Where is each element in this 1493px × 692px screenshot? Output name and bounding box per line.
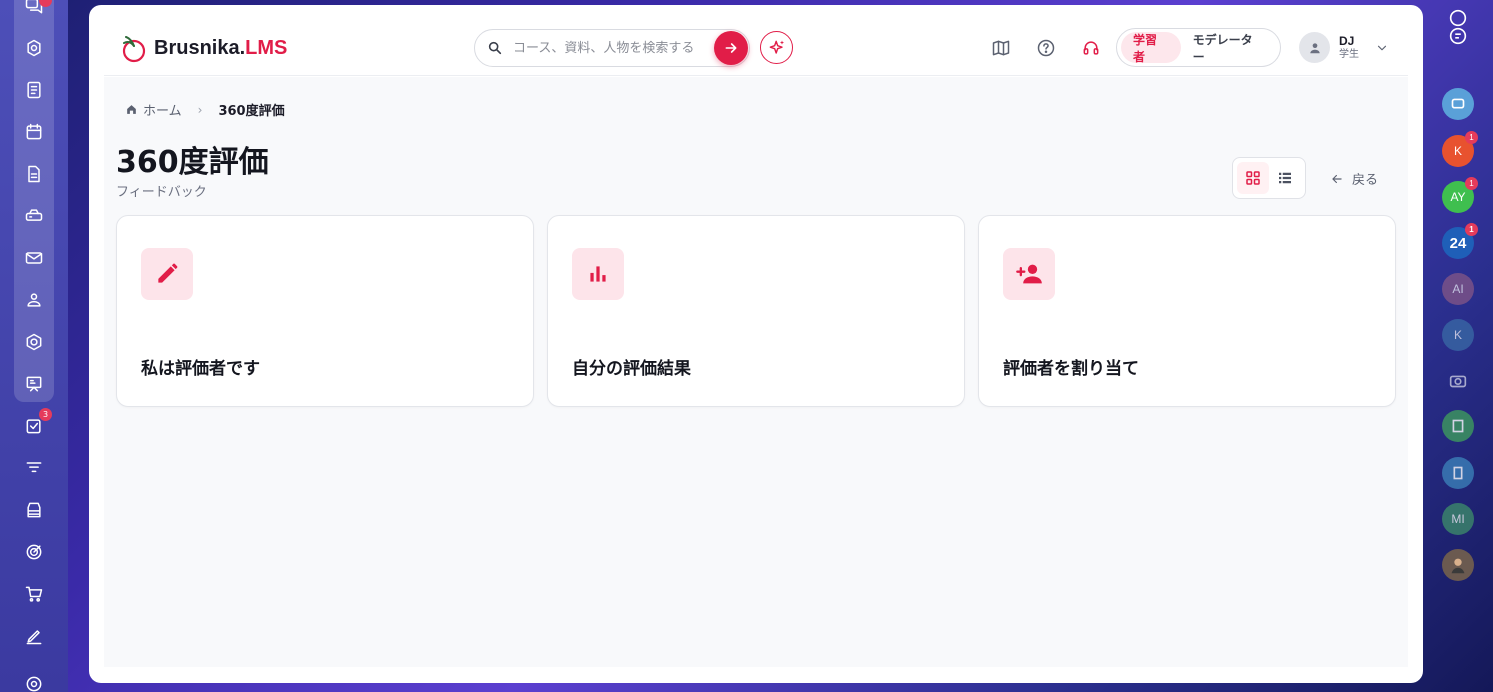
archive-box-icon[interactable] xyxy=(20,496,48,524)
brand-logo[interactable]: Brusnika.LMS xyxy=(116,31,287,65)
contact-avatar-photo[interactable] xyxy=(1442,549,1474,581)
user-menu[interactable]: DJ 学生 xyxy=(1299,32,1389,63)
grid-view-button[interactable] xyxy=(1237,162,1269,194)
ai-assistant-button[interactable] xyxy=(760,31,793,64)
bar-chart-icon xyxy=(590,266,606,282)
breadcrumb-home-label: ホーム xyxy=(143,104,182,119)
role-moderator-button[interactable]: モデレーター xyxy=(1181,32,1276,64)
breadcrumb-home[interactable]: ホーム xyxy=(125,100,182,119)
help-icon[interactable] xyxy=(1035,37,1057,59)
page-title: 360度評価 xyxy=(116,145,269,180)
presentation-board-icon[interactable] xyxy=(20,370,48,398)
shopping-cart-icon[interactable] xyxy=(20,580,48,608)
page-content: ホーム › 360度評価 360度評価 フィードバック 戻る 私は評価者です 自… xyxy=(104,77,1408,667)
card-assign-reviewers[interactable]: 評価者を割り当て xyxy=(978,215,1396,407)
task-checkbox-icon[interactable]: 3 xyxy=(20,408,52,440)
arrow-right-icon xyxy=(725,43,737,53)
home-icon xyxy=(127,105,136,114)
back-button[interactable]: 戻る xyxy=(1330,169,1378,188)
hexagon-icon[interactable] xyxy=(20,328,48,356)
breadcrumb-separator: › xyxy=(197,102,203,117)
settings-icon[interactable] xyxy=(20,670,48,692)
brand-name: Brusnika.LMS xyxy=(154,36,288,59)
user-name: DJ xyxy=(1339,33,1355,48)
document-icon[interactable] xyxy=(20,160,48,188)
notebook-icon[interactable] xyxy=(20,76,48,104)
card-title: 私は評価者です xyxy=(141,359,260,379)
user-silhouette-icon xyxy=(1309,42,1320,53)
target-icon[interactable] xyxy=(20,538,48,566)
contact-avatar-k2[interactable]: K xyxy=(1442,319,1474,351)
card-title: 自分の評価結果 xyxy=(572,359,691,379)
back-label: 戻る xyxy=(1352,173,1379,188)
group-users-icon[interactable] xyxy=(20,286,48,314)
sparkles-icon xyxy=(769,40,784,54)
arrow-left-icon xyxy=(1332,174,1342,183)
add-person-icon xyxy=(1016,264,1042,284)
avatar xyxy=(1299,32,1330,63)
card-icon-container xyxy=(1003,248,1055,300)
unread-badge: 1 xyxy=(1465,177,1478,190)
contact-avatar-mi[interactable]: MI xyxy=(1442,503,1474,535)
user-meta: DJ 学生 xyxy=(1339,33,1359,60)
messages-app-icon[interactable] xyxy=(1442,88,1474,120)
right-apps-rail: K 1 AY 1 24 1 AI K MI xyxy=(1430,0,1493,692)
search-box[interactable] xyxy=(474,29,750,67)
card-icon-container xyxy=(141,248,193,300)
berry-logo-icon xyxy=(122,36,146,63)
role-switcher: 学習者 モデレーター xyxy=(1116,28,1281,67)
calendar-icon[interactable] xyxy=(20,118,48,146)
sheet-app-icon[interactable] xyxy=(1442,410,1474,442)
card-reader-icon[interactable] xyxy=(20,202,48,230)
pen-edit-icon[interactable] xyxy=(20,622,48,650)
list-view-button[interactable] xyxy=(1269,162,1301,194)
list-icon xyxy=(1279,172,1291,184)
support-headset-icon[interactable] xyxy=(1080,37,1102,59)
task-count-badge: 3 xyxy=(39,408,52,421)
contact-avatar-24[interactable]: 24 1 xyxy=(1442,223,1478,259)
gear-cog-icon[interactable] xyxy=(20,34,48,62)
page-subtitle: フィードバック xyxy=(116,185,207,200)
card-title: 評価者を割り当て xyxy=(1003,359,1139,379)
card-i-am-reviewer[interactable]: 私は評価者です xyxy=(116,215,534,407)
user-role: 学生 xyxy=(1339,48,1359,60)
unread-badge: 1 xyxy=(1465,131,1478,144)
main-window: Brusnika.LMS コース、資料、人物を検索する 学習者 モデレーター D… xyxy=(89,5,1423,683)
search-icon xyxy=(488,41,502,55)
camera-app-icon[interactable] xyxy=(1442,365,1474,397)
feature-cards: 私は評価者です 自分の評価結果 評価者を割り当て xyxy=(116,215,1396,407)
pencil-icon xyxy=(158,263,178,283)
contact-avatar-ay[interactable]: AY 1 xyxy=(1442,177,1478,213)
chat-bubbles-icon[interactable] xyxy=(20,0,52,20)
breadcrumb-current: 360度評価 xyxy=(218,104,285,119)
card-my-results[interactable]: 自分の評価結果 xyxy=(547,215,965,407)
chevron-down-icon xyxy=(1377,45,1387,50)
breadcrumb: ホーム › 360度評価 xyxy=(125,100,285,119)
mail-icon[interactable] xyxy=(20,244,48,272)
funnel-icon[interactable] xyxy=(20,454,48,482)
chat-ai-icon[interactable] xyxy=(1442,20,1474,52)
map-icon[interactable] xyxy=(990,37,1012,59)
contact-avatar-ai[interactable]: AI xyxy=(1442,273,1474,305)
search-submit-button[interactable] xyxy=(714,31,748,65)
role-learner-button[interactable]: 学習者 xyxy=(1121,32,1181,64)
book-app-icon[interactable] xyxy=(1442,457,1474,489)
unread-badge: 1 xyxy=(1465,223,1478,236)
left-navigation-rail: 3 xyxy=(0,0,68,692)
search-input[interactable] xyxy=(513,38,705,58)
view-mode-toggle xyxy=(1232,157,1306,199)
grid-icon xyxy=(1246,171,1260,185)
contact-avatar-k[interactable]: K 1 xyxy=(1442,131,1478,167)
card-icon-container xyxy=(572,248,624,300)
top-header: Brusnika.LMS コース、資料、人物を検索する 学習者 モデレーター D… xyxy=(104,5,1408,76)
